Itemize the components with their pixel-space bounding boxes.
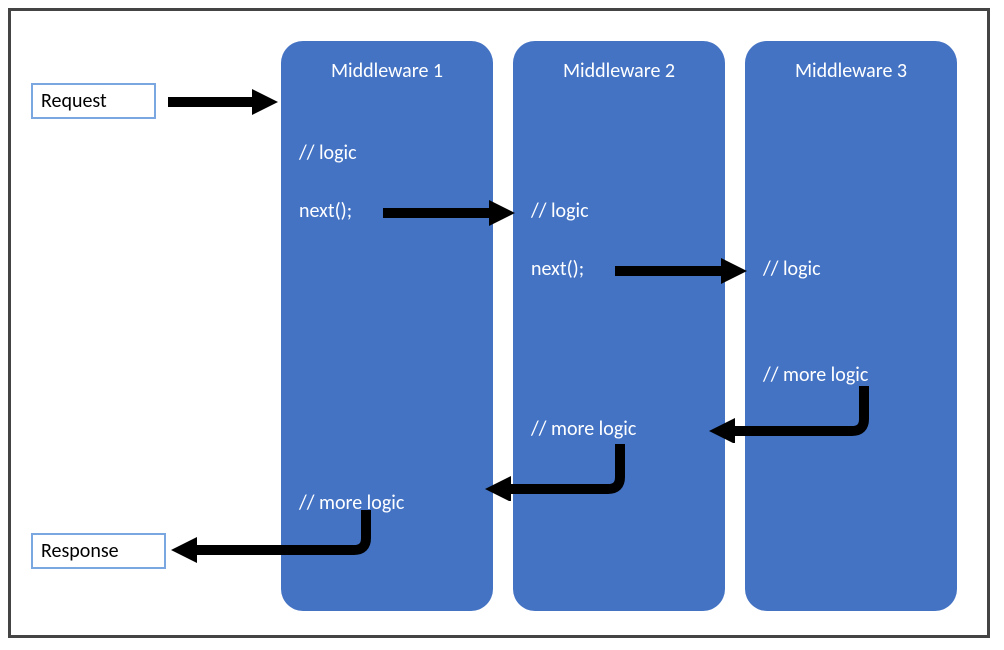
middleware-3-logic: // logic: [763, 257, 821, 281]
response-label: Response: [41, 539, 119, 563]
arrow-mw2-to-mw3: [613, 256, 747, 286]
outer-frame: Request Response Middleware 1 // logic n…: [8, 8, 990, 638]
request-label: Request: [41, 89, 107, 113]
middleware-2-logic: // logic: [531, 199, 589, 223]
arrow-request-to-mw1: [166, 87, 278, 117]
middleware-1-logic: // logic: [299, 141, 357, 165]
arrow-mw2-to-mw1: [485, 439, 625, 501]
arrow-mw1-to-mw2: [381, 198, 515, 228]
middleware-1-title: Middleware 1: [281, 59, 493, 83]
middleware-1-next: next();: [299, 199, 352, 223]
request-box: Request: [31, 83, 156, 119]
arrow-mw1-to-response: [171, 505, 371, 567]
middleware-2-box: Middleware 2 // logic next(); // more lo…: [513, 41, 725, 611]
middleware-2-title: Middleware 2: [513, 59, 725, 83]
diagram-canvas: Request Response Middleware 1 // logic n…: [0, 0, 1004, 650]
middleware-3-title: Middleware 3: [745, 59, 957, 83]
response-box: Response: [31, 533, 166, 569]
middleware-2-next: next();: [531, 257, 584, 281]
arrow-mw3-to-mw2: [709, 381, 869, 443]
middleware-3-box: Middleware 3 // logic // more logic: [745, 41, 957, 611]
middleware-2-morelogic: // more logic: [531, 417, 636, 441]
